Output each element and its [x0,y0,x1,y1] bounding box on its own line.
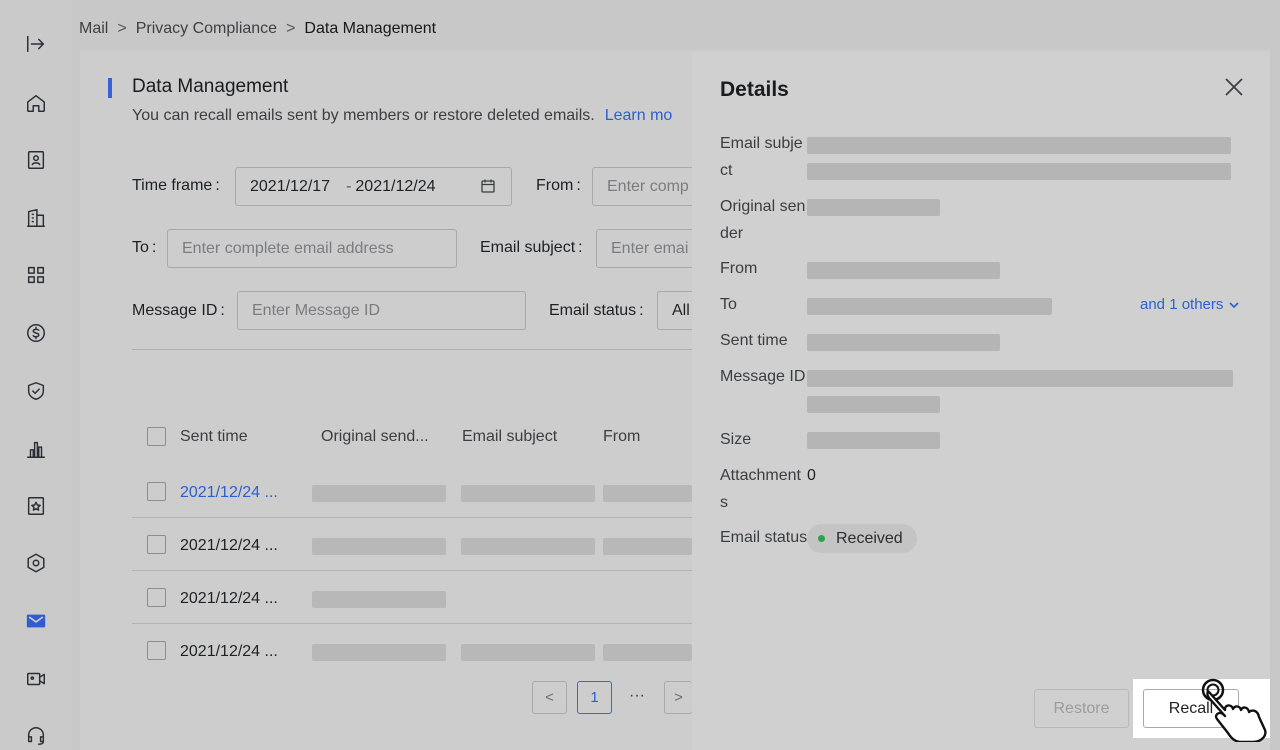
time-frame-picker[interactable]: 2021/12/17 - 2021/12/24 [235,167,512,206]
header-sent-time[interactable]: Sent time [180,428,248,446]
sent-time-value-placeholder [807,334,1000,351]
subject-label: Email subject [720,135,803,179]
from-value-placeholder [807,262,1000,279]
breadcrumb-current: Data Management [304,20,437,37]
email-status-label: Email status [720,529,808,546]
message-id-label: Message ID: [132,302,225,319]
sent-time-label: Sent time [720,332,788,349]
message-id-value-placeholder [807,370,1233,387]
from-label: From [720,260,758,277]
breadcrumb-separator: > [286,20,296,37]
row-divider [132,517,732,518]
sent-time-cell: 2021/12/24 ... [180,590,278,607]
to-label: To [720,296,737,313]
statistics-icon[interactable] [22,435,50,463]
support-icon[interactable] [22,722,50,750]
calendar-icon [480,178,496,194]
subject-value-placeholder [807,137,1231,154]
breadcrumb-mail[interactable]: Mail [79,20,108,38]
from-placeholder [603,644,692,661]
original-sender-value-placeholder [807,199,940,216]
email-subject-placeholder [461,485,595,502]
settings-icon[interactable] [22,549,50,577]
collapse-icon[interactable] [22,30,50,58]
original-sender-placeholder [312,644,446,661]
prev-page-button[interactable]: < [532,681,567,714]
to-label: To: [132,239,157,256]
mail-icon[interactable] [22,607,50,635]
email-subject-placeholder [461,644,595,661]
attachments-value: 0 [807,467,816,484]
apps-grid-icon[interactable] [22,261,50,289]
time-separator: - [346,177,352,195]
page-title: Data Management [132,76,289,97]
page-description-text: You can recall emails sent by members or… [132,107,595,124]
restore-button[interactable]: Restore [1034,689,1129,728]
original-sender-placeholder [312,485,446,502]
email-subject-label: Email subject: [480,239,583,256]
from-placeholder [603,538,692,555]
details-title: Details [720,78,789,101]
details-drawer: Details Email subject Original sender Fr… [692,52,1270,750]
message-id-value-placeholder [807,396,940,413]
close-icon[interactable] [1223,76,1245,98]
attachments-label: Attachments [720,467,801,511]
hand-pointer-icon [1195,672,1279,744]
row-checkbox[interactable] [147,641,166,660]
from-label: From: [536,177,581,194]
header-original-sender[interactable]: Original send... [321,428,429,446]
title-accent-bar [108,78,112,98]
header-email-subject[interactable]: Email subject [462,428,557,446]
row-divider [132,570,732,571]
billing-icon[interactable] [22,319,50,347]
breadcrumb-privacy-compliance[interactable]: Privacy Compliance [136,20,277,38]
sidebar [0,0,72,750]
page-description: You can recall emails sent by members or… [132,107,672,125]
size-label: Size [720,431,752,448]
next-page-button[interactable]: > [664,681,692,714]
status-text: Received [836,529,903,547]
row-checkbox[interactable] [147,482,166,501]
size-value-placeholder [807,432,940,449]
original-sender-placeholder [312,538,446,555]
message-id-input[interactable]: Enter Message ID [237,291,526,330]
email-subject-placeholder [461,538,595,555]
sent-time-cell: 2021/12/24 ... [180,643,278,660]
meeting-icon[interactable] [22,665,50,693]
status-dot [818,535,825,542]
sent-time-link[interactable]: 2021/12/24 ... [180,484,278,502]
time-frame-label: Time frame: [132,177,220,194]
select-all-checkbox[interactable] [147,427,166,446]
and-others-link[interactable]: and 1 others [1140,296,1240,313]
subject-value-placeholder [807,163,1231,180]
favorites-icon[interactable] [22,492,50,520]
sent-time-cell: 2021/12/24 ... [180,537,278,554]
from-placeholder [603,485,692,502]
security-shield-icon[interactable] [22,377,50,405]
original-sender-placeholder [312,591,446,608]
original-sender-label: Original sender [720,198,806,242]
learn-more-link[interactable]: Learn mo [605,107,673,124]
breadcrumb-separator: > [117,20,127,37]
to-value-placeholder [807,298,1052,315]
to-input[interactable]: Enter complete email address [167,229,457,268]
header-from[interactable]: From [603,428,640,446]
home-icon[interactable] [22,89,50,117]
time-end: 2021/12/24 [355,177,436,195]
filter-divider [132,349,732,350]
row-checkbox[interactable] [147,588,166,607]
building-icon[interactable] [22,204,50,232]
page-1-button[interactable]: 1 [577,681,612,714]
chevron-down-icon [1229,301,1239,308]
row-checkbox[interactable] [147,535,166,554]
time-start: 2021/12/17 [250,177,331,195]
message-id-label: Message ID [720,368,806,385]
email-status-label: Email status: [549,302,644,319]
contacts-icon[interactable] [22,146,50,174]
status-badge: Received [807,524,917,553]
pagination-ellipsis[interactable]: ··· [629,687,645,705]
breadcrumb: Mail > Privacy Compliance > Data Managem… [79,18,436,40]
row-divider [132,623,732,624]
